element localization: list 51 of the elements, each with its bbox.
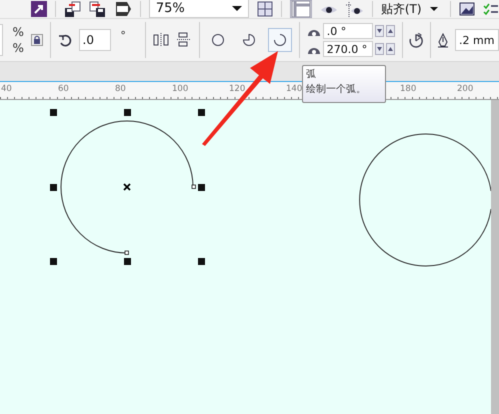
start-angle-field[interactable]: .0 ° <box>322 23 373 39</box>
pen-nib-icon[interactable] <box>438 32 448 48</box>
export-icon[interactable] <box>88 0 106 18</box>
zoom-dropdown[interactable]: 75% <box>148 0 249 18</box>
spin-up-icon[interactable] <box>386 43 395 55</box>
app-icon[interactable] <box>30 1 47 17</box>
selection-handle[interactable] <box>50 184 57 191</box>
end-angle-field[interactable]: 270.0 ° <box>322 41 373 57</box>
checklist-icon[interactable] <box>482 2 499 16</box>
percent-label: % <box>12 41 24 55</box>
percent-label: % <box>12 25 24 39</box>
ruler-label: 200 <box>457 83 474 96</box>
mirror-vertical-icon[interactable] <box>176 32 192 48</box>
rotate-icon[interactable] <box>58 33 72 47</box>
ruler-label: 40 <box>1 83 12 96</box>
outline-width-field[interactable]: .2 mm <box>455 29 499 51</box>
snap-dropdown[interactable]: 贴齐(T) <box>380 0 442 18</box>
selection-handle[interactable] <box>50 109 57 116</box>
save-icon[interactable] <box>64 0 81 18</box>
ruler-label: 80 <box>115 83 126 96</box>
grid-icon[interactable] <box>256 1 273 17</box>
arc-node[interactable] <box>124 250 129 255</box>
spin-down-icon[interactable] <box>374 43 384 55</box>
arc-node[interactable] <box>192 184 196 189</box>
selection-handle[interactable] <box>198 109 205 116</box>
selection-handle[interactable] <box>124 109 131 116</box>
selection-handle[interactable] <box>198 184 205 191</box>
ruler-label: 140 <box>286 83 302 96</box>
tooltip-title: 弧 <box>306 68 317 82</box>
tooltip-text: 绘制一个弧。 <box>306 82 367 97</box>
scrollbar[interactable] <box>491 100 499 414</box>
rotation-field[interactable]: .0 <box>78 29 112 51</box>
mirror-horizontal-icon[interactable] <box>152 32 169 48</box>
image-icon[interactable] <box>458 1 475 17</box>
lock-icon[interactable] <box>30 34 43 46</box>
spin-down-icon[interactable] <box>374 25 384 37</box>
spin-up-icon[interactable] <box>386 25 395 37</box>
degree-label: ° <box>120 28 126 42</box>
ruler-label: 100 <box>172 83 188 96</box>
selection-handle[interactable] <box>50 258 57 265</box>
ruler-label: 120 <box>229 83 246 96</box>
pie-direction-icon[interactable] <box>409 32 424 48</box>
center-mark-icon <box>123 183 131 191</box>
input-field[interactable] <box>0 24 4 56</box>
ruler-label: 180 <box>400 83 416 96</box>
eye-icon[interactable] <box>346 1 364 17</box>
selection-handle[interactable] <box>124 258 131 265</box>
arc-mode-icon[interactable] <box>268 28 292 52</box>
ruler-icon[interactable] <box>290 0 312 18</box>
selection-handle[interactable] <box>198 258 205 265</box>
ruler-label: 60 <box>58 83 69 96</box>
